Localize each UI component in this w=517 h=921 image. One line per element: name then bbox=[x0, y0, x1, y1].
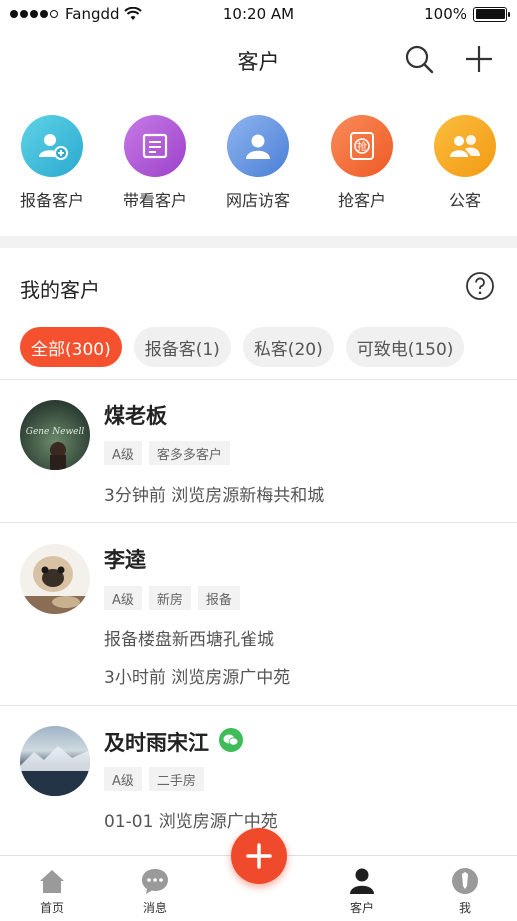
wechat-icon bbox=[219, 728, 243, 752]
section-title: 我的客户 bbox=[20, 278, 100, 302]
avatar bbox=[20, 544, 90, 614]
filter-chip-reported[interactable]: 报备客(1) bbox=[133, 327, 231, 367]
customer-row[interactable]: 李逵 A级 新房 报备 报备楼盘新西塘孔雀城 3小时前 浏览房源广中苑 bbox=[0, 523, 517, 705]
svg-text:Gene Newell: Gene Newell bbox=[26, 427, 85, 437]
tab-center-add-button[interactable] bbox=[231, 828, 287, 884]
tab-label: 首页 bbox=[39, 901, 64, 915]
person-icon bbox=[227, 115, 289, 177]
tag: A级 bbox=[104, 767, 142, 791]
plus-icon bbox=[466, 46, 492, 72]
quick-store-visitor[interactable]: 网店访客 bbox=[206, 115, 310, 211]
tab-label: 客户 bbox=[349, 901, 374, 915]
tag: A级 bbox=[104, 441, 142, 465]
filter-chip-private[interactable]: 私客(20) bbox=[242, 327, 334, 367]
tag: A级 bbox=[104, 586, 142, 610]
customer-icon bbox=[347, 866, 377, 896]
battery-percent: 100% bbox=[424, 5, 467, 23]
quick-label: 抢客户 bbox=[337, 191, 386, 210]
svg-text:抢: 抢 bbox=[357, 140, 367, 153]
grab-icon: 抢 bbox=[331, 115, 393, 177]
page-title: 客户 bbox=[237, 50, 280, 74]
quick-report-customer[interactable]: 报备客户 bbox=[0, 115, 104, 211]
tab-messages[interactable]: 消息 bbox=[103, 856, 207, 921]
status-bar: Fangdd 10:20 AM 100% bbox=[0, 0, 517, 30]
filter-chip-all[interactable]: 全部(300) bbox=[20, 327, 122, 367]
tag: 客多多客户 bbox=[148, 441, 230, 465]
quick-label: 报备客户 bbox=[19, 191, 84, 210]
tab-home[interactable]: 首页 bbox=[0, 856, 104, 921]
customer-name: 及时雨宋江 bbox=[104, 731, 209, 755]
battery-icon bbox=[473, 6, 510, 22]
home-icon bbox=[37, 866, 67, 896]
plus-icon bbox=[246, 843, 272, 869]
search-button[interactable] bbox=[402, 42, 436, 76]
customer-name: 李逵 bbox=[104, 548, 146, 572]
question-icon bbox=[466, 272, 494, 300]
quick-label: 公客 bbox=[448, 191, 481, 210]
customer-row[interactable]: Gene Newell 煤老板 A级 客多多客户 3分钟前 浏览房源新梅共和城 bbox=[0, 380, 517, 522]
quick-actions: 报备客户 带看客户 网店访客 抢 抢客户 公客 bbox=[0, 115, 517, 225]
avatar bbox=[20, 726, 90, 796]
section-divider bbox=[0, 236, 517, 248]
filter-chip-callable[interactable]: 可致电(150) bbox=[345, 327, 465, 367]
customer-activity: 3分钟前 浏览房源新梅共和城 bbox=[104, 486, 325, 506]
quick-label: 网店访客 bbox=[225, 191, 290, 210]
customer-tags: A级 客多多客户 bbox=[104, 441, 230, 465]
add-button[interactable] bbox=[462, 42, 496, 76]
message-icon bbox=[140, 866, 170, 896]
customer-name: 煤老板 bbox=[104, 404, 167, 428]
quick-visit-customer[interactable]: 带看客户 bbox=[103, 115, 207, 211]
me-icon bbox=[450, 866, 480, 896]
tag: 新房 bbox=[148, 586, 191, 610]
search-icon bbox=[405, 45, 434, 74]
nav-bar: 客户 bbox=[0, 30, 517, 90]
avatar: Gene Newell bbox=[20, 400, 90, 470]
customer-activity: 3小时前 浏览房源广中苑 bbox=[104, 668, 291, 688]
tab-me[interactable]: 我 bbox=[413, 856, 517, 921]
document-icon bbox=[124, 115, 186, 177]
customer-tags: A级 二手房 bbox=[104, 767, 204, 791]
tab-label: 消息 bbox=[142, 901, 167, 915]
tag: 报备 bbox=[197, 586, 240, 610]
quick-label: 带看客户 bbox=[122, 191, 187, 210]
tab-customers[interactable]: 客户 bbox=[310, 856, 414, 921]
filter-chips: 全部(300) 报备客(1) 私客(20) 可致电(150) bbox=[20, 327, 465, 367]
tag: 二手房 bbox=[148, 767, 204, 791]
quick-public-customer[interactable]: 公客 bbox=[413, 115, 517, 211]
tab-label: 我 bbox=[458, 901, 471, 915]
customer-report: 报备楼盘新西塘孔雀城 bbox=[104, 630, 274, 650]
group-icon bbox=[434, 115, 496, 177]
quick-grab-customer[interactable]: 抢 抢客户 bbox=[310, 115, 414, 211]
customer-tags: A级 新房 报备 bbox=[104, 586, 240, 610]
add-person-icon bbox=[21, 115, 83, 177]
help-button[interactable] bbox=[465, 271, 495, 301]
